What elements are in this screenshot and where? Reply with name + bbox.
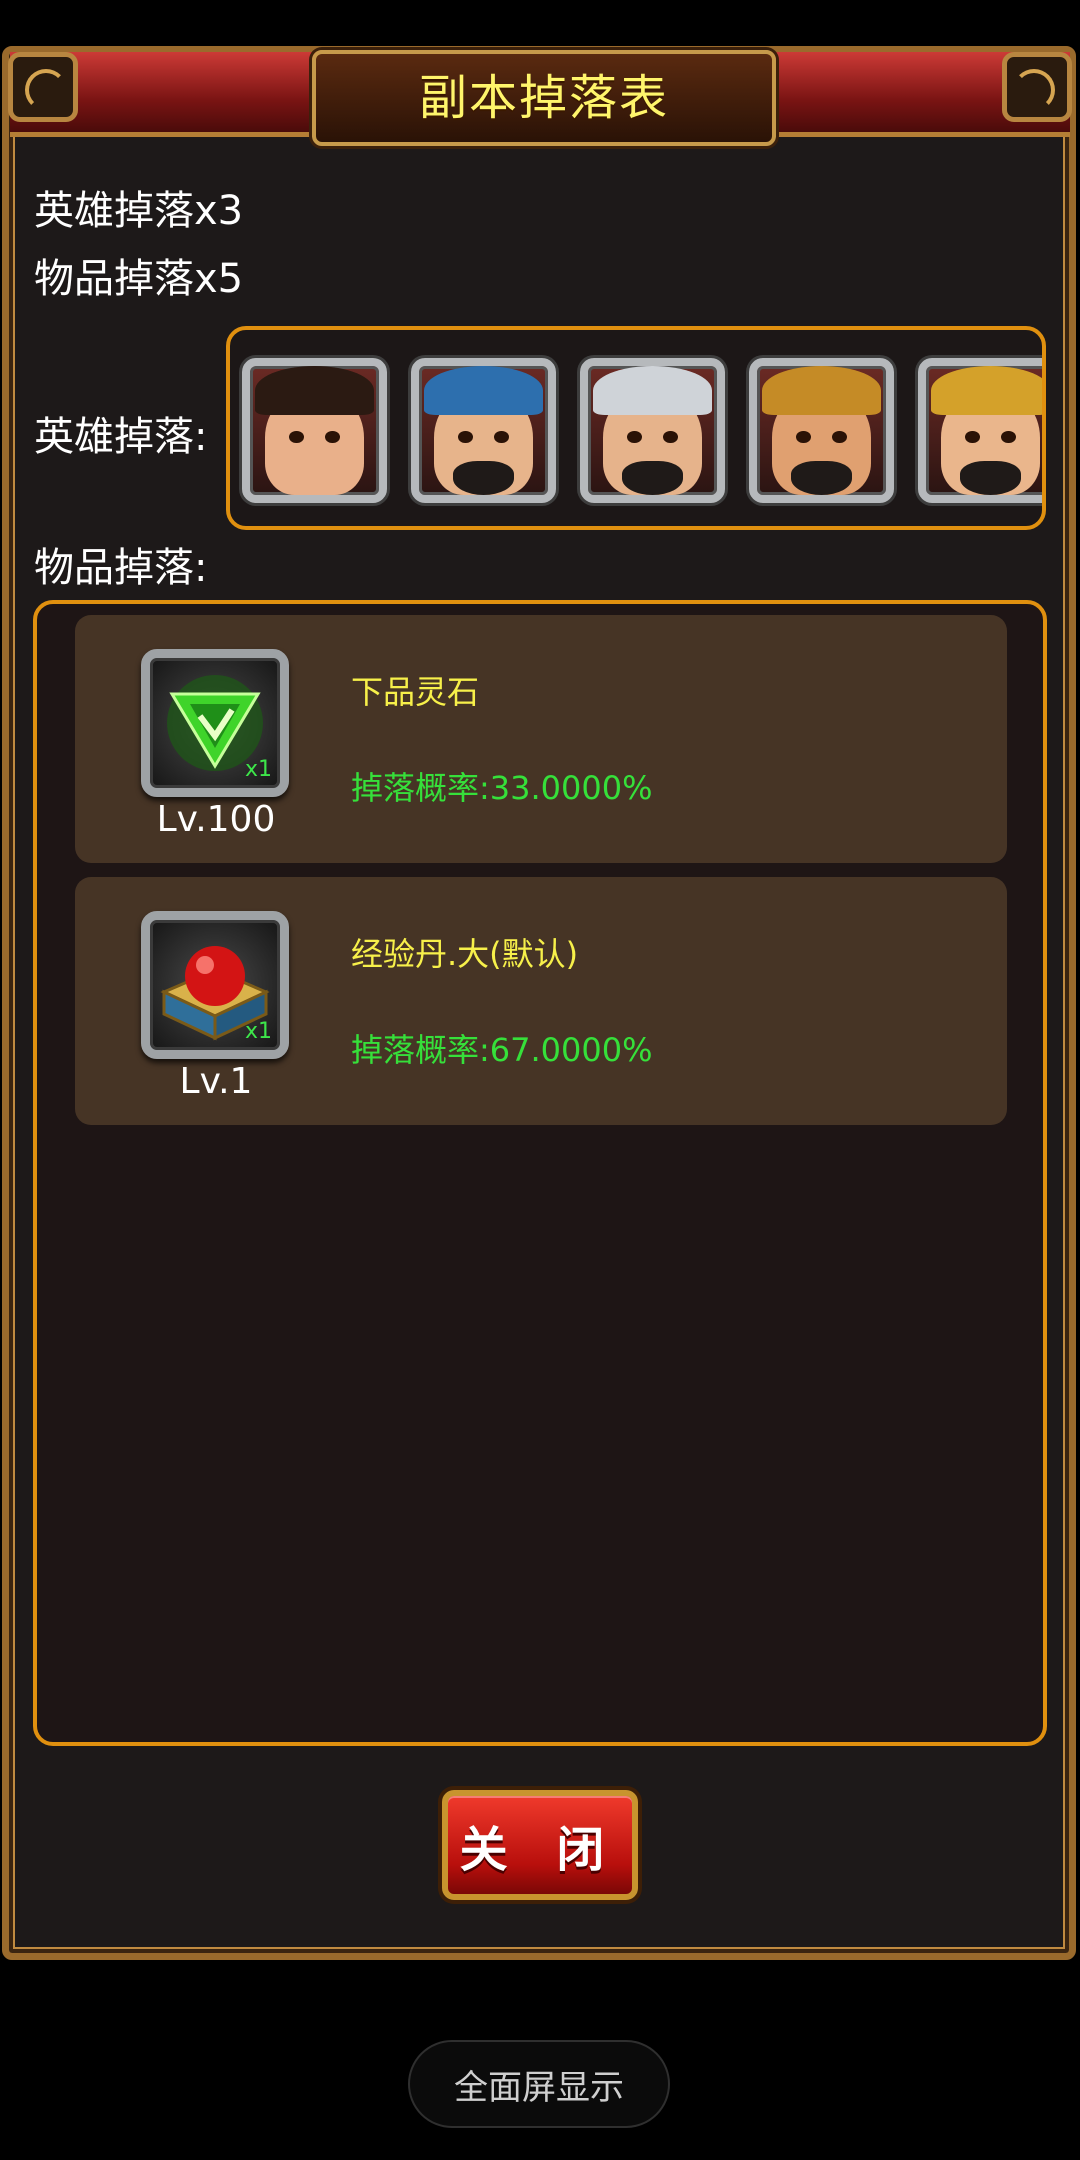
item-level: Lv.1: [179, 1061, 253, 1102]
hero-headwear: [255, 366, 374, 416]
left-corner-ornament: [8, 52, 78, 122]
fullscreen-display-button[interactable]: 全面屏显示: [408, 2040, 670, 2128]
item-drop-count: 物品掉落x5: [34, 256, 244, 302]
item-drop-label: 物品掉落:: [34, 545, 208, 591]
item-drop-rate: 掉落概率:33.0000%: [351, 769, 653, 807]
item-drop-rate: 掉落概率:67.0000%: [351, 1031, 653, 1069]
dialog-title: 副本掉落表: [418, 70, 669, 126]
item-name: 下品灵石: [351, 673, 480, 711]
hero-drop-label: 英雄掉落:: [34, 414, 208, 460]
item-name: 经验丹.大(默认): [351, 935, 579, 973]
gold-helmet-hero-portrait[interactable]: [918, 358, 1042, 503]
hero-drop-strip[interactable]: [226, 326, 1046, 530]
item-quantity: x1: [244, 757, 272, 782]
red-orb-chest-icon[interactable]: x1: [141, 911, 289, 1059]
hero-beard: [959, 461, 1022, 495]
item-row[interactable]: x1 Lv.100 下品灵石 掉落概率:33.0000%: [75, 615, 1007, 863]
blue-hat-hero-portrait[interactable]: [411, 358, 556, 503]
hero-headwear: [762, 366, 881, 416]
silver-helmet-hero-portrait[interactable]: [580, 358, 725, 503]
gold-helmet-eyepatch-hero-portrait[interactable]: [749, 358, 894, 503]
item-level: Lv.100: [156, 799, 276, 840]
hero-beard: [452, 461, 515, 495]
hero-drop-count: 英雄掉落x3: [34, 188, 244, 234]
item-quantity: x1: [244, 1019, 272, 1044]
hero-headwear: [424, 366, 543, 416]
hero-headwear: [593, 366, 712, 416]
hero-headwear: [931, 366, 1042, 416]
hero-beard: [790, 461, 853, 495]
right-corner-ornament: [1002, 52, 1072, 122]
green-spirit-stone-icon[interactable]: x1: [141, 649, 289, 797]
close-button[interactable]: 关 闭: [442, 1790, 638, 1900]
hero-beard: [621, 461, 684, 495]
female-hero-portrait[interactable]: [242, 358, 387, 503]
item-row[interactable]: x1 Lv.1 经验丹.大(默认) 掉落概率:67.0000%: [75, 877, 1007, 1125]
